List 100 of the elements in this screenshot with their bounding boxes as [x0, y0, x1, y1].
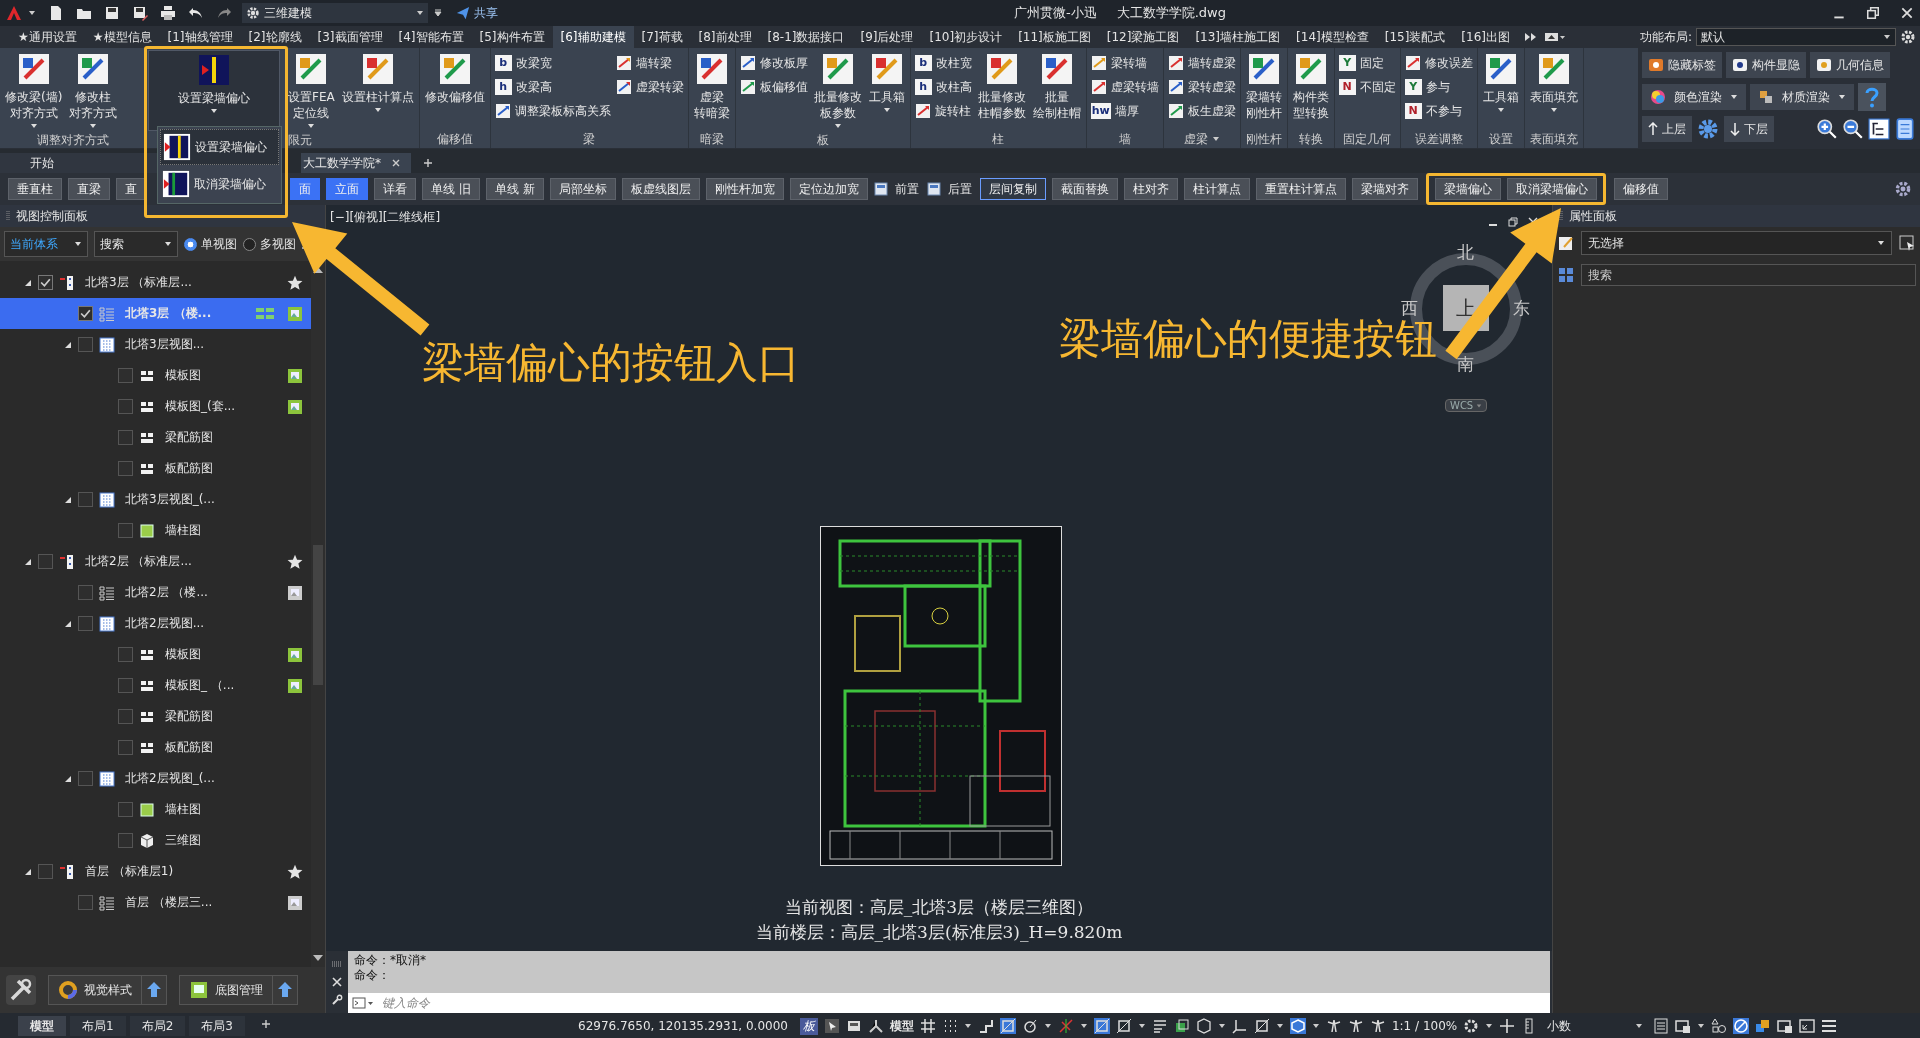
toolbar-button[interactable]: 单线 新 — [485, 178, 544, 200]
caret-icon[interactable] — [1079, 1022, 1088, 1030]
ribbon-tab[interactable]: [11]板施工图 — [1010, 26, 1099, 48]
grip-icon[interactable] — [1559, 210, 1563, 222]
expand-icon[interactable] — [24, 278, 32, 287]
checkbox[interactable] — [118, 368, 133, 383]
checkbox[interactable] — [118, 833, 133, 848]
image-icon[interactable] — [287, 894, 303, 911]
window-icon[interactable] — [926, 182, 941, 196]
fullscreen-icon[interactable] — [1799, 1018, 1816, 1034]
command-field[interactable]: 键入命令 — [348, 993, 1550, 1013]
panel-tool-button[interactable]: 底图管理 — [180, 976, 272, 1004]
ribbon-small-button[interactable]: 梁转虚梁 — [1167, 76, 1236, 98]
ribbon-button[interactable]: 设置柱计算点 — [338, 50, 417, 131]
search-field[interactable]: 搜索 — [1581, 264, 1916, 286]
help-icon[interactable] — [1858, 83, 1886, 111]
cursor-icon[interactable] — [823, 1018, 840, 1034]
toolbar-button[interactable]: 柱计算点 — [1183, 178, 1250, 200]
window-icon[interactable] — [845, 1018, 862, 1034]
image-icon[interactable] — [287, 398, 303, 415]
panel-tool-button[interactable]: 视觉样式 — [49, 976, 141, 1004]
save-as-icon[interactable] — [132, 5, 148, 21]
select-objects-icon[interactable] — [1898, 234, 1916, 252]
caret-icon[interactable] — [1275, 1022, 1284, 1030]
tree-item[interactable]: 首层 （楼层三... — [0, 887, 311, 918]
settings-icon[interactable] — [1463, 1018, 1480, 1034]
steps-icon[interactable] — [977, 1018, 994, 1034]
checkbox[interactable] — [38, 864, 53, 879]
grid-icon[interactable] — [919, 1018, 936, 1034]
ribbon-tab[interactable]: [2]轮廓线 — [240, 26, 310, 48]
expand-icon[interactable] — [64, 774, 72, 783]
tree-item[interactable]: 首层 （标准层1) — [0, 856, 311, 887]
ribbon-tab[interactable]: [1]轴线管理 — [159, 26, 241, 48]
add-tab-icon[interactable] — [260, 1018, 271, 1029]
share-button[interactable]: 共享 — [456, 4, 498, 22]
polar-icon[interactable] — [1021, 1018, 1038, 1034]
scroll-down-icon[interactable] — [312, 953, 324, 963]
ribbon-button[interactable]: 虚梁 转暗梁 — [690, 50, 733, 130]
checkbox[interactable] — [38, 554, 53, 569]
caret-icon[interactable] — [28, 9, 36, 17]
star-icon[interactable] — [287, 553, 303, 570]
tree-item[interactable]: 梁配筋图 — [0, 701, 311, 732]
status-badge[interactable]: 板 — [799, 1017, 818, 1035]
caret-icon[interactable] — [1217, 1022, 1226, 1030]
annotation-icon[interactable] — [1369, 1018, 1386, 1034]
toolbar-button[interactable]: 垂直柱 — [8, 178, 62, 200]
toolbar-button[interactable]: 截面替换 — [1051, 178, 1118, 200]
tree-item[interactable]: 板配筋图 — [0, 453, 311, 484]
ribbon-button[interactable]: 工具箱 — [865, 50, 908, 131]
system-dropdown[interactable]: 当前体系 — [4, 231, 88, 257]
checkbox[interactable] — [118, 647, 133, 662]
panel-button[interactable]: 材质渲染 — [1750, 84, 1854, 110]
ribbon-tab[interactable]: [15]装配式 — [1376, 26, 1454, 48]
ribbon-small-button[interactable]: 板生虚梁 — [1167, 100, 1236, 122]
snap-icon[interactable] — [999, 1018, 1016, 1034]
ribbon-button[interactable]: 工具箱 — [1479, 50, 1522, 130]
ribbon-small-button[interactable]: 虚梁转墙 — [1090, 76, 1159, 98]
viewport-label[interactable]: [−][俯视][二维线框] — [330, 209, 441, 226]
isolate-icon[interactable] — [1733, 1018, 1750, 1034]
up-level-button[interactable]: 上层 — [1642, 116, 1692, 142]
toolbar-button[interactable]: 面 — [290, 178, 320, 200]
document-tab[interactable]: 大工数学学院* — [301, 153, 411, 173]
zoom-in-icon[interactable] — [1816, 118, 1838, 140]
down-level-button[interactable]: 下层 — [1724, 116, 1774, 142]
toolbar-link[interactable]: 前置 — [892, 179, 921, 199]
expand-icon[interactable] — [64, 495, 72, 504]
ribbon-small-button[interactable]: b 改梁宽 — [494, 52, 611, 74]
ribbon-small-button[interactable]: 修改误差 — [1404, 52, 1473, 74]
window-icon[interactable] — [873, 182, 888, 196]
tools-icon[interactable] — [6, 975, 36, 1005]
star-icon[interactable] — [287, 863, 303, 880]
crosshair-icon[interactable] — [1057, 1018, 1074, 1034]
ribbon-button[interactable]: 批量 绘制柱帽 — [1029, 50, 1084, 130]
toolbar-button[interactable]: 板虚线图层 — [621, 178, 700, 200]
expand-icon[interactable] — [64, 619, 72, 628]
grip-icon[interactable] — [6, 210, 10, 222]
layers-icon[interactable] — [1173, 1018, 1190, 1034]
layout-tab[interactable]: 布局3 — [189, 1016, 245, 1036]
caret-icon[interactable] — [1043, 1022, 1052, 1030]
ribbon-tab[interactable]: [6]辅助建模 — [552, 26, 634, 48]
tree-item[interactable]: 北塔2层 （楼... — [0, 577, 311, 608]
save-icon[interactable] — [104, 5, 120, 21]
ribbon-small-button[interactable]: 墙转虚梁 — [1167, 52, 1236, 74]
tree-item[interactable]: 墙柱图 — [0, 515, 311, 546]
tree-item[interactable]: 板配筋图 — [0, 732, 311, 763]
notepad-icon[interactable] — [1557, 234, 1575, 252]
restore-icon[interactable] — [1508, 217, 1518, 227]
ribbon-button[interactable]: 设置FEA 定位线 — [285, 50, 338, 131]
view-mode-radio[interactable]: 多视图 — [243, 235, 296, 253]
checkbox[interactable] — [118, 709, 133, 724]
restore-icon[interactable] — [1866, 6, 1880, 20]
workspace-dropdown[interactable]: 三维建模 — [242, 3, 428, 23]
checkbox[interactable] — [118, 802, 133, 817]
selection-dropdown[interactable]: 无选择 — [1581, 231, 1892, 255]
ribbon-tab[interactable]: [13]墙柱施工图 — [1187, 26, 1289, 48]
view-mode-radio[interactable]: 单视图 — [184, 235, 237, 253]
cube-icon[interactable] — [1195, 1018, 1212, 1034]
caret-icon[interactable] — [1137, 1022, 1146, 1030]
list-icon[interactable] — [1653, 1018, 1670, 1034]
toolbar-button[interactable]: 直 — [116, 178, 146, 200]
